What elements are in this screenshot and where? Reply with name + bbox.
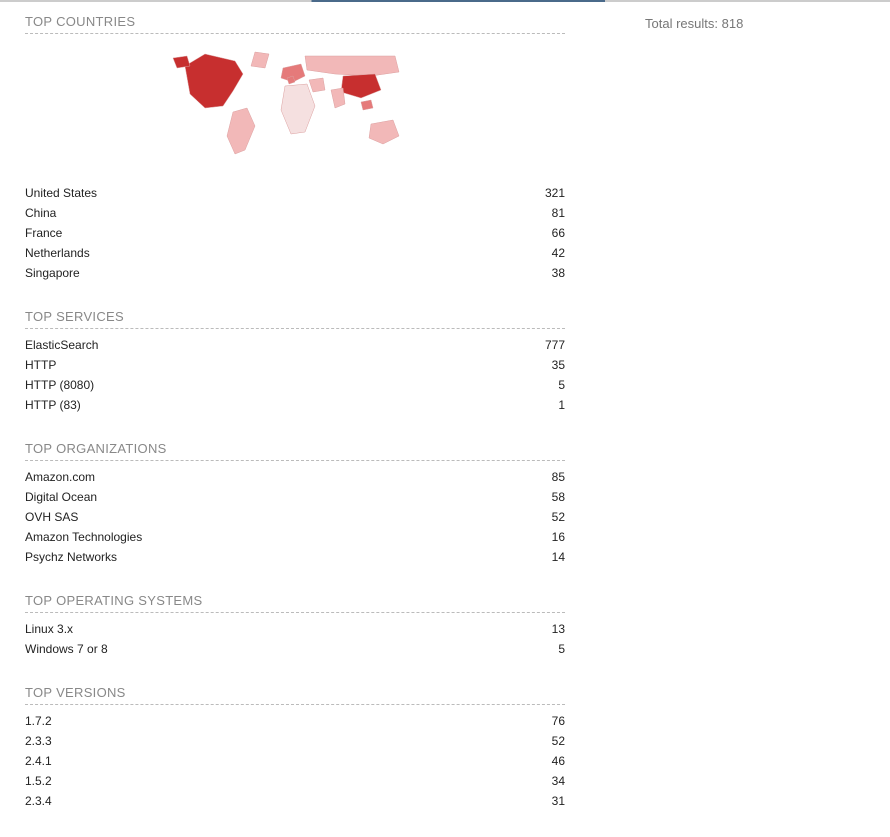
facet-label: France [25,226,62,240]
facet-value: 66 [552,226,565,240]
facet-row[interactable]: HTTP 35 [25,355,565,375]
divider [25,460,565,461]
facet-row[interactable]: 2.3.3 52 [25,731,565,751]
facet-value: 42 [552,246,565,260]
section-os: TOP OPERATING SYSTEMS Linux 3.x 13 Windows… [25,593,565,659]
facet-label: 1.7.2 [25,714,52,728]
facet-label: Windows 7 or 8 [25,642,108,656]
facet-row[interactable]: Psychz Networks 14 [25,547,565,567]
organizations-list: Amazon.com 85 Digital Ocean 58 OVH SAS 52 Amaz… [25,467,565,567]
facet-row[interactable]: Singapore 38 [25,263,565,283]
facet-value: 52 [552,510,565,524]
facet-value: 35 [552,358,565,372]
facet-row[interactable]: HTTP (83) 1 [25,395,565,415]
divider [25,33,565,34]
facet-row[interactable]: Netherlands 42 [25,243,565,263]
facet-label: 2.3.4 [25,794,52,808]
countries-list: United States 321 China 81 France 66 Netherlan… [25,183,565,283]
facet-value: 85 [552,470,565,484]
facet-label: Netherlands [25,246,90,260]
facet-label: Psychz Networks [25,550,117,564]
versions-list: 1.7.2 76 2.3.3 52 2.4.1 46 1.5.2 34 2.3.4 31 [25,711,565,811]
facet-label: China [25,206,56,220]
facet-value: 5 [558,642,565,656]
facet-row[interactable]: France 66 [25,223,565,243]
facet-label: 1.5.2 [25,774,52,788]
facet-value: 1 [558,398,565,412]
facet-row[interactable]: Windows 7 or 8 5 [25,639,565,659]
facet-row[interactable]: 1.5.2 34 [25,771,565,791]
facet-value: 38 [552,266,565,280]
world-map-icon [165,46,425,176]
facet-label: 2.4.1 [25,754,52,768]
facet-label: Linux 3.x [25,622,73,636]
divider [25,612,565,613]
facet-label: Amazon Technologies [25,530,142,544]
facet-row[interactable]: Amazon.com 85 [25,467,565,487]
container: TOP COUNTRIES [0,2,890,837]
results-summary: Total results: 818 [645,12,743,817]
facet-label: HTTP (8080) [25,378,94,392]
divider [25,704,565,705]
facet-row[interactable]: HTTP (8080) 5 [25,375,565,395]
facet-label: Amazon.com [25,470,95,484]
section-title-os: TOP OPERATING SYSTEMS [25,593,565,608]
facet-row[interactable]: Digital Ocean 58 [25,487,565,507]
facet-row[interactable]: Amazon Technologies 16 [25,527,565,547]
facet-value: 777 [545,338,565,352]
facet-value: 81 [552,206,565,220]
facets-column: TOP COUNTRIES [25,12,565,817]
services-list: ElasticSearch777HTTP35HTTP (8080)5HTTP (… [25,335,565,415]
section-countries: TOP COUNTRIES [25,14,565,283]
facet-value: 34 [552,774,565,788]
facet-value: 14 [552,550,565,564]
facet-value: 46 [552,754,565,768]
section-versions: TOP VERSIONS 1.7.2 76 2.3.3 52 2.4.1 46 1.5.2 3… [25,685,565,811]
total-results-value: 818 [722,16,744,31]
world-map [25,40,565,183]
facet-value: 52 [552,734,565,748]
facet-value: 31 [552,794,565,808]
facet-label: United States [25,186,97,200]
section-title-versions: TOP VERSIONS [25,685,565,700]
section-services: TOP SERVICES ElasticSearch777HTTP35HTTP … [25,309,565,415]
section-title-organizations: TOP ORGANIZATIONS [25,441,565,456]
divider [25,328,565,329]
total-results-label: Total results: [645,16,718,31]
facet-value: 16 [552,530,565,544]
facet-label: ElasticSearch [25,338,98,352]
facet-row[interactable]: 1.7.2 76 [25,711,565,731]
facet-value: 321 [545,186,565,200]
os-list: Linux 3.x 13 Windows 7 or 8 5 [25,619,565,659]
facet-label: HTTP (83) [25,398,81,412]
facet-label: HTTP [25,358,56,372]
facet-row[interactable]: ElasticSearch 777 [25,335,565,355]
facet-row[interactable]: China 81 [25,203,565,223]
facet-label: Digital Ocean [25,490,97,504]
section-title-countries: TOP COUNTRIES [25,14,565,29]
section-organizations: TOP ORGANIZATIONS Amazon.com 85 Digital Oc… [25,441,565,567]
facet-row[interactable]: 2.3.4 31 [25,791,565,811]
facet-label: 2.3.3 [25,734,52,748]
facet-row[interactable]: OVH SAS 52 [25,507,565,527]
facet-value: 5 [558,378,565,392]
facet-row[interactable]: United States 321 [25,183,565,203]
facet-value: 58 [552,490,565,504]
facet-value: 76 [552,714,565,728]
facet-row[interactable]: Linux 3.x 13 [25,619,565,639]
facet-row[interactable]: 2.4.1 46 [25,751,565,771]
facet-label: OVH SAS [25,510,78,524]
facet-label: Singapore [25,266,80,280]
section-title-services: TOP SERVICES [25,309,565,324]
facet-value: 13 [552,622,565,636]
